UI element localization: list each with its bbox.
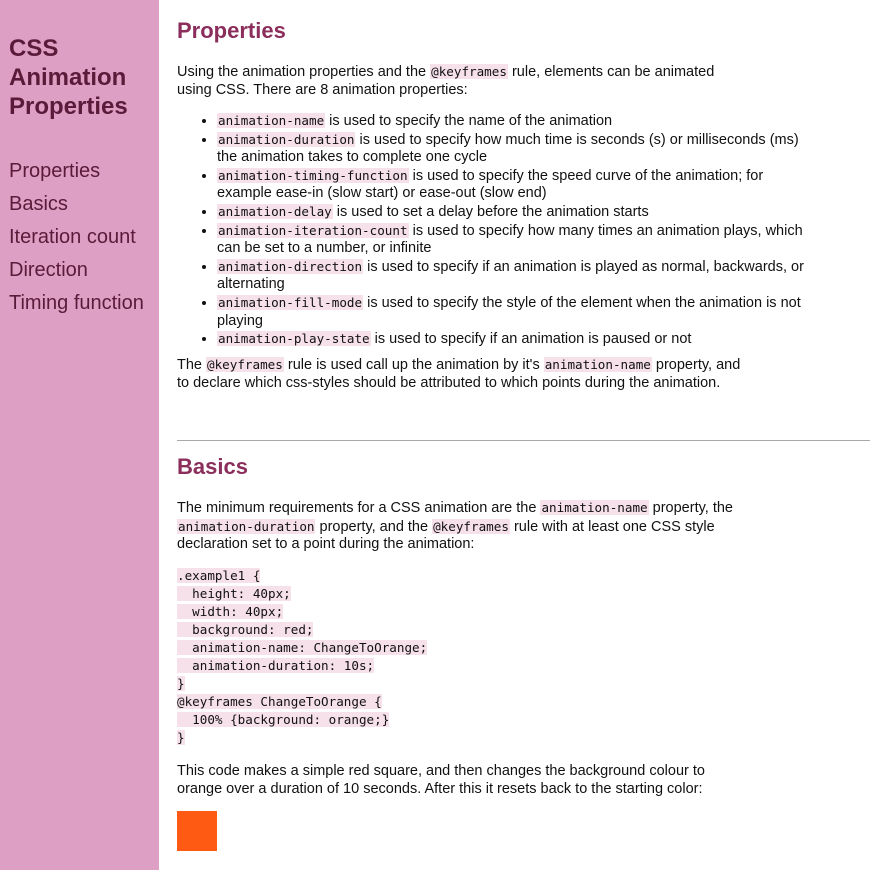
basics-intro: The minimum requirements for a CSS anima…: [177, 500, 733, 553]
properties-list: animation-name is used to specify the na…: [177, 112, 817, 349]
sidebar-nav: Properties Basics Iteration count Direct…: [9, 155, 159, 320]
basics-outro: This code makes a simple red square, and…: [177, 763, 705, 797]
inline-code: animation-play-state: [217, 331, 371, 347]
code-line: .example1 {: [177, 568, 261, 583]
sidebar: CSS Animation Properties Properties Basi…: [0, 0, 159, 870]
code-line: animation-name: ChangeToOrange;: [177, 640, 428, 655]
inline-code: @keyframes: [206, 357, 284, 372]
code-line: height: 40px;: [177, 586, 291, 601]
animation-demo-square: [177, 811, 217, 851]
properties-intro: Using the animation properties and the @…: [177, 64, 715, 98]
list-item: animation-direction is used to specify i…: [217, 258, 817, 294]
list-item: animation-fill-mode is used to specify t…: [217, 294, 817, 330]
list-item: animation-delay is used to set a delay b…: [217, 203, 817, 222]
list-item: animation-duration is used to specify ho…: [217, 131, 817, 167]
code-line: 100% {background: orange;}: [177, 712, 390, 727]
list-item: animation-play-state is used to specify …: [217, 330, 817, 349]
list-item: animation-iteration-count is used to spe…: [217, 222, 817, 258]
inline-code: animation-delay: [217, 203, 333, 219]
inline-code: animation-name: [217, 113, 326, 128]
nav-item-properties[interactable]: Properties: [9, 155, 159, 188]
inline-code: animation-duration: [177, 518, 316, 534]
section-divider: [177, 440, 870, 441]
section-heading-properties: Properties: [177, 18, 286, 43]
properties-outro: The @keyframes rule is used call up the …: [177, 357, 741, 391]
nav-item-basics[interactable]: Basics: [9, 188, 159, 221]
code-line: }: [177, 730, 185, 745]
site-title: CSS Animation Properties: [9, 35, 128, 120]
inline-code: animation-name: [540, 500, 649, 515]
inline-code: @keyframes: [430, 64, 508, 79]
code-line: }: [177, 676, 185, 691]
nav-item-iteration-count[interactable]: Iteration count: [9, 221, 159, 254]
nav-item-direction[interactable]: Direction: [9, 254, 159, 287]
code-line: @keyframes ChangeToOrange {: [177, 694, 382, 709]
nav-item-timing-function[interactable]: Timing function: [9, 287, 159, 320]
section-heading-basics: Basics: [177, 454, 248, 479]
list-item: animation-name is used to specify the na…: [217, 112, 817, 131]
code-block: .example1 { height: 40px; width: 40px; b…: [177, 567, 428, 747]
inline-code: animation-name: [543, 357, 652, 372]
code-line: width: 40px;: [177, 604, 284, 619]
inline-code: animation-iteration-count: [217, 222, 409, 238]
inline-code: animation-timing-function: [217, 167, 409, 183]
list-item: animation-timing-function is used to spe…: [217, 167, 817, 203]
inline-code: animation-fill-mode: [217, 294, 364, 310]
code-line: background: red;: [177, 622, 314, 637]
inline-code: @keyframes: [432, 518, 510, 534]
inline-code: animation-duration: [217, 131, 356, 147]
inline-code: animation-direction: [217, 258, 364, 274]
code-line: animation-duration: 10s;: [177, 658, 375, 673]
